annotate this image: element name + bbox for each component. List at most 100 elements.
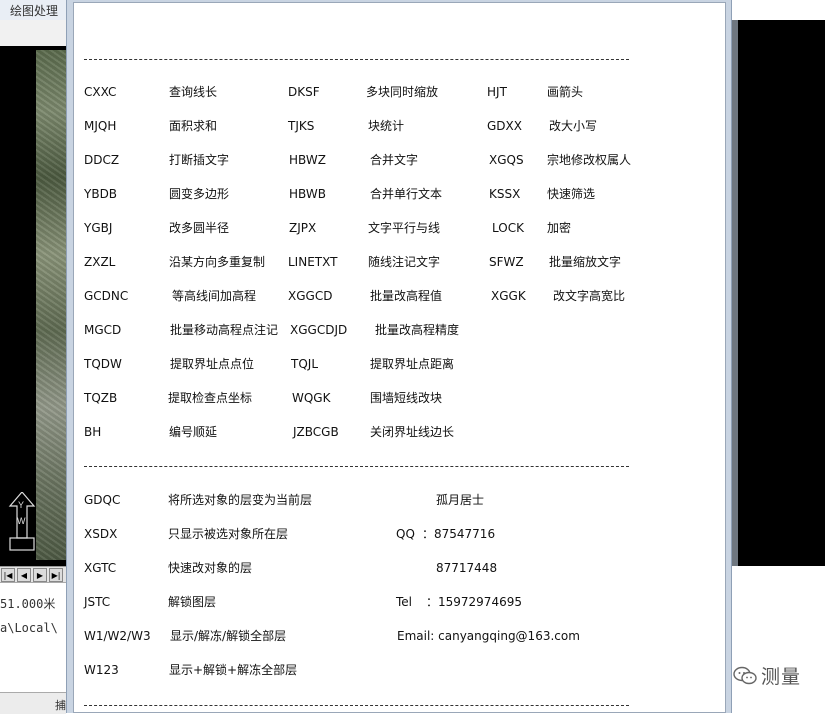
command-code: XGQS bbox=[489, 153, 524, 167]
command-code: GDXX bbox=[487, 119, 522, 133]
email-text: Email: canyangqing@163.com bbox=[397, 629, 580, 643]
command-code: DKSF bbox=[288, 85, 320, 99]
command-desc: 围墙短线改块 bbox=[370, 391, 443, 405]
command-code: DDCZ bbox=[84, 153, 120, 167]
command-code: ZJPX bbox=[289, 221, 317, 235]
command-desc: 沿某方向多重复制 bbox=[169, 255, 266, 269]
layer-command-code: JSTC bbox=[84, 595, 111, 609]
command-code: GCDNC bbox=[84, 289, 129, 303]
separator-top bbox=[84, 59, 629, 60]
layer-command-code: W123 bbox=[84, 663, 119, 677]
layer-command-desc: 显示+解锁+解冻全部层 bbox=[169, 663, 298, 677]
command-desc: 改文字高宽比 bbox=[553, 289, 626, 303]
first-tab-button[interactable]: |◀ bbox=[1, 568, 15, 582]
command-list-content: CXXC 查询线长 DKSF 多块同时缩放 HJT 画箭头 MJQH 面积求和 … bbox=[73, 2, 726, 713]
qq-label: QQ bbox=[396, 527, 415, 541]
prev-tab-button[interactable]: ◀ bbox=[17, 568, 31, 582]
command-desc: 关闭界址线边长 bbox=[370, 425, 455, 439]
command-code: CXXC bbox=[84, 85, 117, 99]
command-desc: 快速筛选 bbox=[547, 187, 596, 201]
command-code: TQJL bbox=[291, 357, 318, 371]
last-tab-button[interactable]: ▶| bbox=[49, 568, 63, 582]
qq-value: ：87547716 bbox=[422, 527, 496, 541]
command-code: JZBCGB bbox=[293, 425, 339, 439]
command-desc: 随线注记文字 bbox=[368, 255, 441, 269]
command-desc: 提取界址点点位 bbox=[170, 357, 255, 371]
command-desc: 提取界址点距离 bbox=[370, 357, 455, 371]
layer-command-code: XGTC bbox=[84, 561, 117, 575]
watermark-text: 测量 bbox=[761, 666, 802, 688]
command-code: BH bbox=[84, 425, 102, 439]
aerial-image bbox=[36, 50, 66, 560]
path-text: a\Local\ bbox=[0, 621, 58, 635]
layer-command-desc: 显示/解冻/解锁全部层 bbox=[170, 629, 287, 643]
command-desc: 提取检查点坐标 bbox=[168, 391, 253, 405]
next-tab-button[interactable]: ▶ bbox=[33, 568, 47, 582]
command-desc: 宗地修改权属人 bbox=[547, 153, 632, 167]
scrollbar[interactable] bbox=[732, 20, 738, 566]
layer-command-desc: 将所选对象的层变为当前层 bbox=[168, 493, 313, 507]
layer-command-desc: 只显示被选对象所在层 bbox=[168, 527, 289, 541]
qq-value-2: 87717448 bbox=[436, 561, 498, 575]
layout-tab-navigation: |◀ ◀ ▶ ▶| bbox=[0, 566, 66, 583]
drawing-canvas-right[interactable] bbox=[732, 20, 825, 566]
command-history: 51.000米 a\Local\ bbox=[0, 582, 66, 678]
command-code: KSSX bbox=[489, 187, 521, 201]
background-toolbar bbox=[0, 20, 66, 47]
command-desc: 合并文字 bbox=[370, 153, 419, 167]
command-code: MJQH bbox=[84, 119, 117, 133]
command-code: TQDW bbox=[84, 357, 122, 371]
command-desc: 批量改高程值 bbox=[370, 289, 443, 303]
command-code: XGGCD bbox=[288, 289, 333, 303]
command-code: HBWB bbox=[289, 187, 326, 201]
background-right-area bbox=[732, 0, 825, 713]
snap-toggle[interactable]: 捕 bbox=[55, 697, 66, 713]
command-code: ZXZL bbox=[84, 255, 116, 269]
wechat-icon bbox=[733, 666, 757, 684]
command-desc: 块统计 bbox=[368, 119, 405, 133]
command-code: TJKS bbox=[288, 119, 315, 133]
command-code: HJT bbox=[487, 85, 507, 99]
command-desc: 编号顺延 bbox=[169, 425, 218, 439]
command-code: HBWZ bbox=[289, 153, 326, 167]
command-desc: 改多圆半径 bbox=[169, 221, 230, 235]
command-code: MGCD bbox=[84, 323, 122, 337]
command-desc: 打断插文字 bbox=[169, 153, 230, 167]
ucs-w-label: W bbox=[17, 516, 26, 526]
command-code: WQGK bbox=[292, 391, 331, 405]
command-desc: 等高线间加高程 bbox=[172, 289, 257, 303]
background-window-title: 绘图处理 bbox=[10, 4, 59, 18]
command-code: TQZB bbox=[84, 391, 118, 405]
command-desc: 多块同时缩放 bbox=[366, 85, 439, 99]
command-desc: 加密 bbox=[547, 221, 572, 235]
ucs-icon: Y W bbox=[8, 492, 36, 551]
author-name: 孤月居士 bbox=[436, 493, 485, 507]
command-desc: 合并单行文本 bbox=[370, 187, 443, 201]
watermark: 测量 bbox=[733, 662, 801, 689]
separator-middle bbox=[84, 466, 629, 467]
command-code: XGGK bbox=[491, 289, 526, 303]
command-desc: 面积求和 bbox=[169, 119, 218, 133]
command-code: XGGCDJD bbox=[290, 323, 348, 337]
ucs-y-label: Y bbox=[18, 500, 24, 510]
drawing-canvas-left[interactable]: Y W bbox=[0, 46, 66, 566]
command-desc: 圆变多边形 bbox=[169, 187, 230, 201]
layer-command-code: GDQC bbox=[84, 493, 121, 507]
layer-command-desc: 快速改对象的层 bbox=[168, 561, 253, 575]
command-code: YGBJ bbox=[84, 221, 113, 235]
layer-command-code: W1/W2/W3 bbox=[84, 629, 151, 643]
background-right-bottom bbox=[732, 566, 825, 713]
command-desc: 批量改高程精度 bbox=[375, 323, 460, 337]
separator-bottom bbox=[84, 705, 629, 706]
tel-label: Tel bbox=[396, 595, 413, 609]
tel-value: ：15972974695 bbox=[426, 595, 522, 609]
scale-readout: 51.000米 bbox=[0, 597, 56, 611]
command-code: YBDB bbox=[84, 187, 118, 201]
layer-command-code: XSDX bbox=[84, 527, 118, 541]
command-desc: 查询线长 bbox=[169, 85, 218, 99]
command-code: LINETXT bbox=[288, 255, 338, 269]
command-list-window: CXXC 查询线长 DKSF 多块同时缩放 HJT 画箭头 MJQH 面积求和 … bbox=[66, 0, 732, 713]
command-code: SFWZ bbox=[489, 255, 524, 269]
command-desc: 画箭头 bbox=[547, 85, 584, 99]
command-desc: 文字平行与线 bbox=[368, 221, 441, 235]
